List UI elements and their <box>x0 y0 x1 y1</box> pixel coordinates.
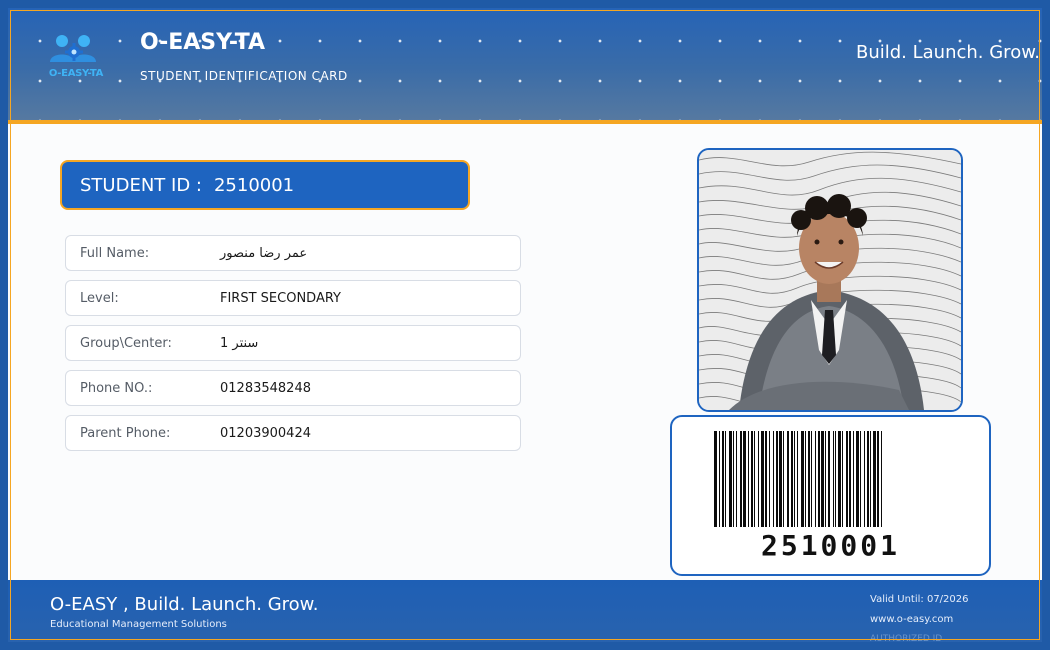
field-value: 01203900424 <box>220 425 311 441</box>
barcode-bar <box>743 431 746 527</box>
barcode-bar <box>776 431 778 527</box>
barcode-bar <box>877 431 879 527</box>
valid-until: Valid Until: 07/2026 <box>870 594 969 605</box>
barcode-bar <box>873 431 876 527</box>
barcode-bar <box>860 431 861 527</box>
barcode-bar <box>838 431 841 527</box>
field-label: Group\Center: <box>80 335 172 351</box>
field-group-center: Group\Center: 1 سنتر <box>65 325 521 361</box>
card-footer: O-EASY , Build. Launch. Grow. Educationa… <box>0 580 1050 650</box>
barcode-bar <box>773 431 774 527</box>
barcode-bar <box>881 431 882 527</box>
student-portrait-image <box>699 150 961 410</box>
field-phone: Phone NO.: 01283548248 <box>65 370 521 406</box>
barcode-bar <box>787 431 789 527</box>
barcode-bar <box>733 431 734 527</box>
student-id-banner: STUDENT ID : 2510001 <box>60 160 470 210</box>
field-label: Full Name: <box>80 245 150 261</box>
barcode-bar <box>828 431 830 527</box>
header-tagline: Build. Launch. Grow. <box>855 42 1040 63</box>
authorized-label: AUTHORIZED ID <box>870 634 943 644</box>
barcode-bar <box>856 431 859 527</box>
barcode-bar <box>779 431 782 527</box>
barcode-bar <box>842 431 843 527</box>
barcode-bar <box>801 431 804 527</box>
student-id-label: STUDENT ID : <box>80 174 202 196</box>
brand-title: O-EASY-TA <box>140 30 266 55</box>
field-full-name: Full Name: عمر رضا منصور <box>65 235 521 271</box>
barcode-bar <box>815 431 816 527</box>
barcode-bar <box>833 431 834 527</box>
field-parent-phone: Parent Phone: 01203900424 <box>65 415 521 451</box>
barcode-bar <box>818 431 820 527</box>
barcode-bar <box>714 431 717 527</box>
barcode-panel: 2510001 <box>670 415 991 576</box>
card-header: O-EASY-TA O-EASY-TA STUDENT IDENTIFICATI… <box>0 0 1050 124</box>
barcode-bar <box>783 431 784 527</box>
barcode-bar <box>748 431 749 527</box>
field-value: عمر رضا منصور <box>220 245 308 261</box>
field-value: 1 سنتر <box>220 335 259 351</box>
field-value: FIRST SECONDARY <box>220 290 341 306</box>
footer-subtitle: Educational Management Solutions <box>50 619 227 630</box>
student-photo <box>697 148 963 412</box>
barcode-bar <box>821 431 824 527</box>
barcode-bar <box>729 431 732 527</box>
barcode-bar <box>740 431 742 527</box>
barcode-bar <box>825 431 826 527</box>
people-gear-icon <box>50 35 96 62</box>
barcode-bar <box>846 431 848 527</box>
barcode-bar <box>765 431 767 527</box>
barcode-bar <box>867 431 869 527</box>
barcode-bar <box>761 431 764 527</box>
barcode-bar <box>754 431 755 527</box>
brand-logo: O-EASY-TA <box>44 32 108 82</box>
barcode-icon <box>714 431 882 527</box>
field-label: Parent Phone: <box>80 425 171 441</box>
student-id-card: O-EASY-TA O-EASY-TA STUDENT IDENTIFICATI… <box>0 0 1050 650</box>
barcode-bar <box>864 431 865 527</box>
barcode-bar <box>835 431 836 527</box>
barcode-bar <box>849 431 851 527</box>
barcode-bar <box>736 431 737 527</box>
barcode-bar <box>808 431 810 527</box>
footer-website: www.o-easy.com <box>870 614 954 625</box>
barcode-bar <box>751 431 753 527</box>
barcode-bar <box>725 431 726 527</box>
field-level: Level: FIRST SECONDARY <box>65 280 521 316</box>
barcode-bar <box>811 431 812 527</box>
field-label: Phone NO.: <box>80 380 153 396</box>
field-value: 01283548248 <box>220 380 311 396</box>
card-type-label: STUDENT IDENTIFICATION CARD <box>140 69 348 83</box>
barcode-bar <box>794 431 795 527</box>
barcode-bar <box>719 431 720 527</box>
header-accent-line <box>0 120 1050 124</box>
barcode-bar <box>870 431 871 527</box>
barcode-bar <box>791 431 793 527</box>
field-label: Level: <box>80 290 119 306</box>
barcode-bar <box>805 431 806 527</box>
barcode-number: 2510001 <box>760 529 900 562</box>
logo-text: O-EASY-TA <box>48 68 104 79</box>
barcode-bar <box>722 431 724 527</box>
student-id-value: 2510001 <box>213 174 295 196</box>
barcode-bar <box>758 431 759 527</box>
barcode-bar <box>797 431 798 527</box>
barcode-bar <box>853 431 854 527</box>
barcode-bar <box>769 431 770 527</box>
footer-title: O-EASY , Build. Launch. Grow. <box>50 594 319 615</box>
